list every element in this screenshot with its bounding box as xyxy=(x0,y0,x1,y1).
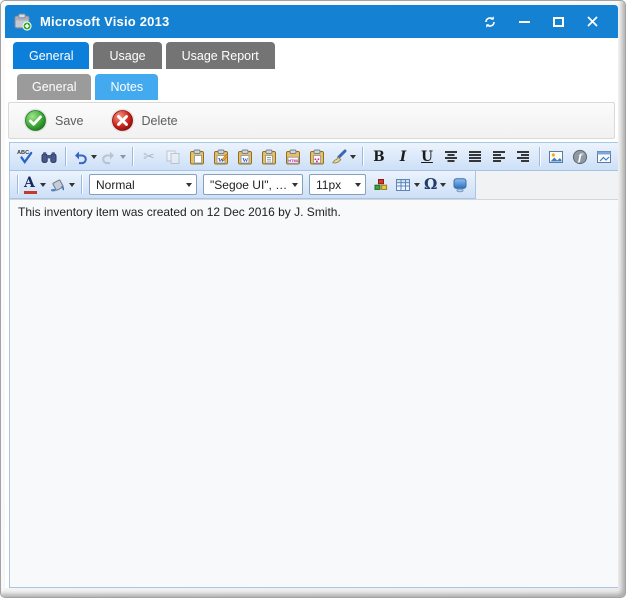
paste-word-nofonts-button[interactable]: W xyxy=(233,145,257,169)
secondary-tabs: General Notes xyxy=(5,69,618,100)
underline-icon: U xyxy=(421,149,433,165)
primary-tabs: General Usage Usage Report xyxy=(5,38,618,69)
tab-usage[interactable]: Usage xyxy=(93,42,161,69)
toolbar-separator xyxy=(81,175,82,194)
font-color-button[interactable]: A xyxy=(22,173,48,197)
redo-dropdown-caret[interactable] xyxy=(120,155,126,159)
minimize-icon[interactable] xyxy=(516,14,532,30)
insert-table-button[interactable] xyxy=(393,173,422,197)
rich-text-editor: ABC xyxy=(9,142,618,588)
paste-from-word-button[interactable]: W xyxy=(209,145,233,169)
screen-icon xyxy=(452,177,468,193)
subtab-general[interactable]: General xyxy=(17,74,91,100)
flash-manager-button[interactable]: f xyxy=(568,145,592,169)
subtab-notes[interactable]: Notes xyxy=(95,74,158,100)
window-body: Microsoft Visio 2013 Gene xyxy=(5,5,618,588)
scissors-icon: ✂ xyxy=(143,150,155,164)
redo-button[interactable] xyxy=(99,145,128,169)
italic-button[interactable]: I xyxy=(391,145,415,169)
insert-symbol-caret[interactable] xyxy=(440,183,446,187)
svg-text:HTML: HTML xyxy=(288,159,299,163)
font-size-value: 11px xyxy=(316,178,352,192)
insert-table-caret[interactable] xyxy=(414,183,420,187)
window-controls xyxy=(482,14,608,30)
paragraph-style-caret xyxy=(186,183,192,187)
paragraph-style-select[interactable]: Normal xyxy=(89,174,197,195)
insert-snippet-button[interactable] xyxy=(369,173,393,197)
copy-button[interactable] xyxy=(161,145,185,169)
action-toolbar: Save Delete xyxy=(8,102,615,139)
editor-content-area[interactable]: This inventory item was created on 12 De… xyxy=(10,200,618,587)
blocks-icon xyxy=(373,177,389,193)
italic-icon: I xyxy=(400,149,406,165)
paste-html-button[interactable] xyxy=(305,145,329,169)
save-label: Save xyxy=(55,114,84,128)
svg-text:ABC: ABC xyxy=(17,150,29,156)
insert-symbol-button[interactable]: Ω xyxy=(422,173,448,197)
background-color-button[interactable] xyxy=(48,173,77,197)
font-family-select[interactable]: "Segoe UI", V... xyxy=(203,174,303,195)
note-text: This inventory item was created on 12 De… xyxy=(18,205,341,219)
align-left-button[interactable] xyxy=(487,145,511,169)
svg-text:W: W xyxy=(242,157,249,164)
delete-button[interactable]: Delete xyxy=(104,106,184,135)
find-replace-button[interactable] xyxy=(37,145,61,169)
align-justify-button[interactable] xyxy=(463,145,487,169)
editor-toolbar-row2-strip: A Normal xyxy=(10,171,618,200)
paint-bucket-icon xyxy=(50,177,66,193)
preview-button[interactable] xyxy=(448,173,472,197)
close-icon[interactable] xyxy=(584,14,600,30)
align-right-button[interactable] xyxy=(511,145,535,169)
delete-x-icon xyxy=(110,108,135,133)
background-color-caret[interactable] xyxy=(69,183,75,187)
window-title: Microsoft Visio 2013 xyxy=(40,14,169,29)
media-manager-button[interactable] xyxy=(592,145,616,169)
toolbar-separator xyxy=(362,147,363,166)
tab-general[interactable]: General xyxy=(13,42,89,69)
save-button[interactable]: Save xyxy=(17,106,90,135)
paste-button[interactable] xyxy=(185,145,209,169)
editor-toolbar-row2: A Normal xyxy=(10,171,476,199)
font-color-caret[interactable] xyxy=(40,183,46,187)
bold-button[interactable]: B xyxy=(367,145,391,169)
align-center-button[interactable] xyxy=(439,145,463,169)
omega-icon: Ω xyxy=(424,177,437,192)
dialog-window: Microsoft Visio 2013 Gene xyxy=(0,0,626,598)
maximize-icon[interactable] xyxy=(550,14,566,30)
bold-icon: B xyxy=(373,149,384,165)
paragraph-style-value: Normal xyxy=(96,178,183,192)
save-check-icon xyxy=(23,108,48,133)
underline-button[interactable]: U xyxy=(415,145,439,169)
toolbar-separator xyxy=(132,147,133,166)
spellcheck-button[interactable]: ABC xyxy=(13,145,37,169)
titlebar[interactable]: Microsoft Visio 2013 xyxy=(5,5,618,38)
delete-label: Delete xyxy=(142,114,178,128)
paste-plain-text-button[interactable] xyxy=(257,145,281,169)
toolbar-separator xyxy=(65,147,66,166)
tab-usage-report[interactable]: Usage Report xyxy=(166,42,275,69)
cut-button[interactable]: ✂ xyxy=(137,145,161,169)
refresh-icon[interactable] xyxy=(482,14,498,30)
toolbar-separator xyxy=(539,147,540,166)
paste-as-html-button[interactable]: HTML xyxy=(281,145,305,169)
format-stripper-button[interactable] xyxy=(329,145,358,169)
app-icon xyxy=(13,12,32,31)
font-size-select[interactable]: 11px xyxy=(309,174,366,195)
format-stripper-caret[interactable] xyxy=(350,155,356,159)
font-size-caret xyxy=(355,183,361,187)
font-family-caret xyxy=(292,183,298,187)
font-color-icon: A xyxy=(24,176,37,194)
undo-dropdown-caret[interactable] xyxy=(91,155,97,159)
table-icon xyxy=(395,177,411,193)
toolbar-separator xyxy=(17,175,18,194)
font-family-value: "Segoe UI", V... xyxy=(210,178,289,192)
editor-toolbar-row1: ABC xyxy=(10,143,618,171)
undo-button[interactable] xyxy=(70,145,99,169)
image-manager-button[interactable] xyxy=(544,145,568,169)
